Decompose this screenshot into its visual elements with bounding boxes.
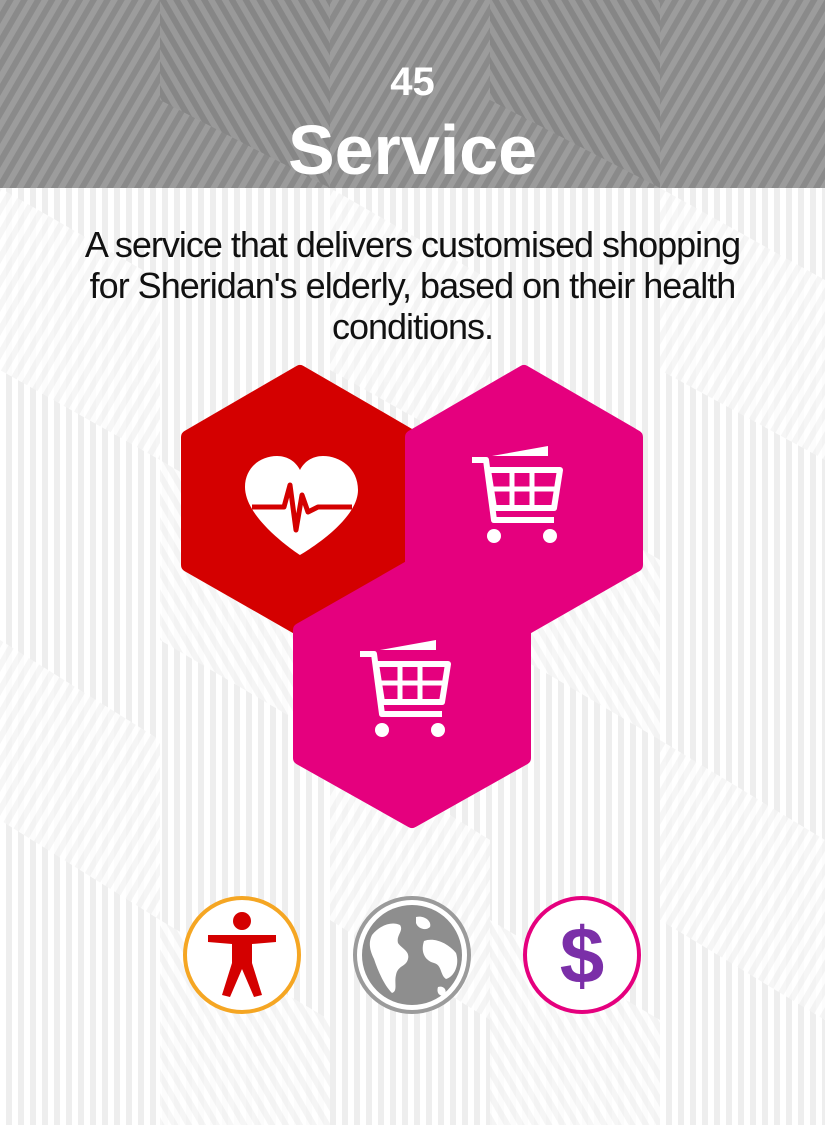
hex-tile-shopping-2 [293, 559, 531, 828]
dollar-icon: $ [560, 911, 605, 1000]
accessibility-badge [183, 896, 301, 1014]
economy-badge: $ [523, 896, 641, 1014]
environment-badge [353, 896, 471, 1014]
globe-icon [362, 905, 462, 1005]
